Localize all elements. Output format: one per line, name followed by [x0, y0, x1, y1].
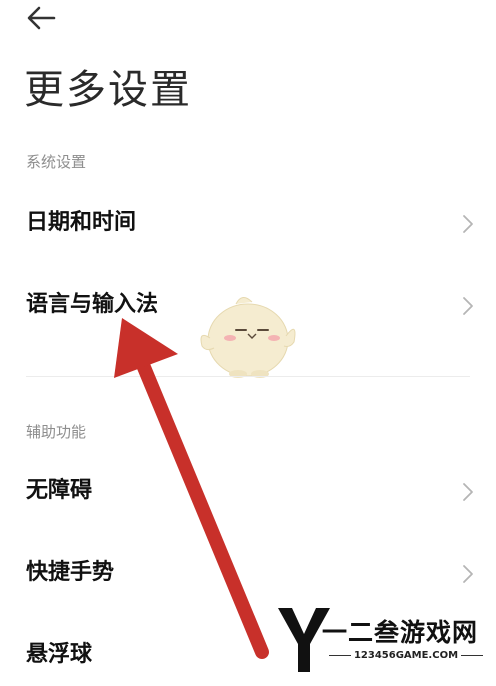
settings-item-shortcut-gestures[interactable]: 快捷手势 [0, 544, 496, 604]
page-title: 更多设置 [24, 67, 192, 113]
watermark-line-left [328, 654, 351, 656]
settings-item-label: 快捷手势 [26, 560, 115, 585]
chevron-right-icon [463, 565, 473, 583]
back-arrow-icon [27, 6, 56, 30]
settings-item-label: 日期和时间 [26, 210, 137, 235]
section-title-accessibility: 辅助功能 [26, 423, 87, 441]
watermark-url: 123456GAME.COM [353, 650, 459, 661]
watermark-url-row: 123456GAME.COM [322, 650, 490, 662]
chevron-right-icon [463, 483, 473, 501]
settings-item-label: 语言与输入法 [26, 292, 159, 317]
watermark-brand: 一二叁游戏网 [322, 618, 479, 647]
chevron-right-icon [463, 297, 473, 315]
back-button[interactable] [24, 4, 58, 32]
settings-item-accessibility[interactable]: 无障碍 [0, 462, 496, 522]
settings-item-label: 无障碍 [26, 478, 93, 503]
settings-item-label: 悬浮球 [26, 642, 93, 667]
section-divider [26, 376, 470, 377]
settings-item-date-time[interactable]: 日期和时间 [0, 194, 496, 254]
mascot-illustration [200, 297, 296, 378]
section-title-system: 系统设置 [26, 153, 87, 171]
watermark-line-right [461, 654, 484, 656]
chevron-right-icon [463, 215, 473, 233]
